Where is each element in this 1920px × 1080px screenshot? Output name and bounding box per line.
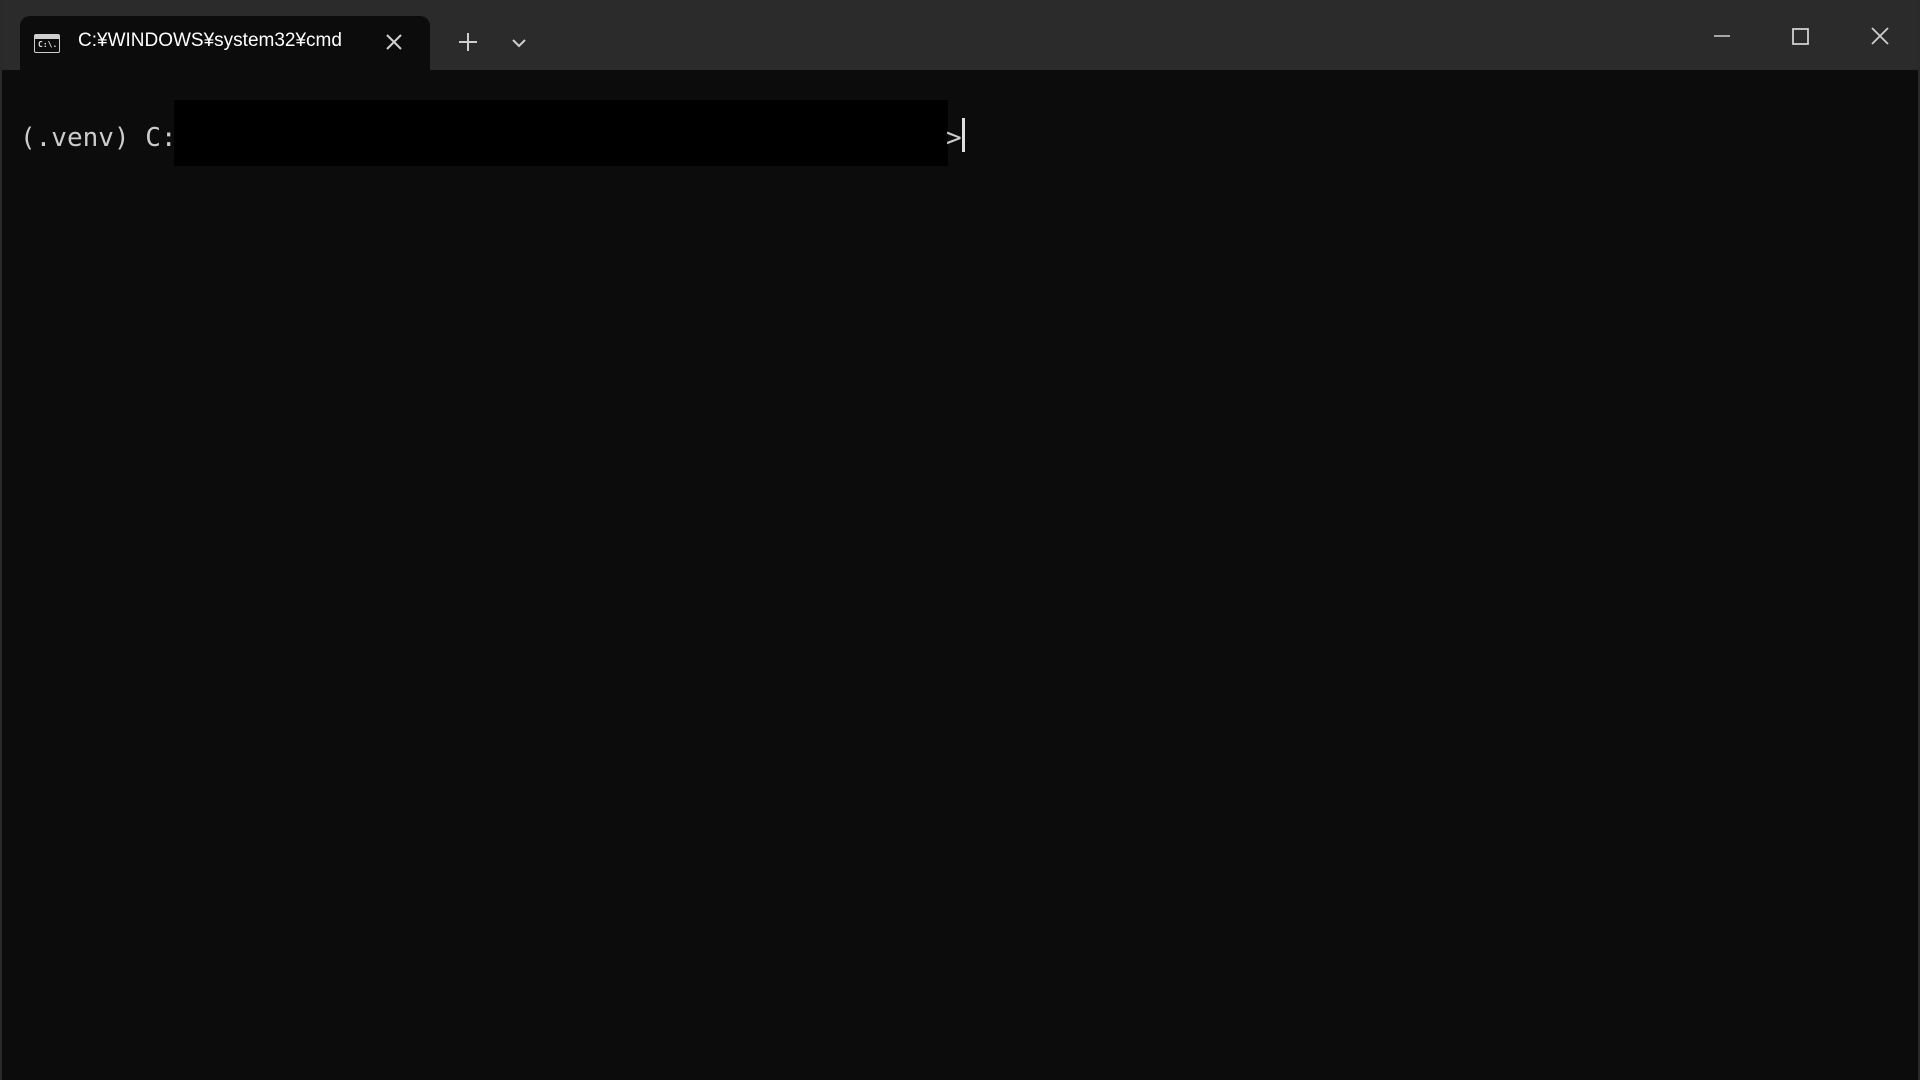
maximize-icon	[1792, 28, 1809, 45]
redacted-path	[174, 100, 948, 166]
title-bar[interactable]: C:\. C:¥WINDOWS¥system32¥cmd	[2, 0, 1918, 70]
tab-title: C:¥WINDOWS¥system32¥cmd	[78, 30, 342, 51]
chevron-down-icon	[512, 39, 526, 48]
prompt-end: >	[946, 123, 962, 153]
new-tab-button[interactable]	[454, 28, 482, 56]
close-icon	[386, 34, 402, 50]
plus-icon	[459, 33, 477, 51]
prompt-prefix: (.venv) C:	[20, 123, 177, 153]
close-icon	[1871, 27, 1889, 45]
maximize-button[interactable]	[1780, 20, 1820, 52]
tab-dropdown-button[interactable]	[505, 30, 533, 56]
minimize-icon	[1714, 35, 1730, 37]
tab-close-button[interactable]	[382, 30, 406, 54]
text-cursor	[962, 118, 965, 152]
terminal-window: C:\. C:¥WINDOWS¥system32¥cmd (.venv) C: …	[0, 0, 1920, 1080]
terminal-content[interactable]: (.venv) C: >	[2, 70, 1918, 1080]
minimize-button[interactable]	[1702, 20, 1742, 52]
window-close-button[interactable]	[1860, 20, 1900, 52]
tab-cmd[interactable]: C:\. C:¥WINDOWS¥system32¥cmd	[20, 16, 430, 70]
cmd-icon: C:\.	[34, 34, 60, 53]
cmd-icon-text: C:\.	[38, 40, 58, 49]
